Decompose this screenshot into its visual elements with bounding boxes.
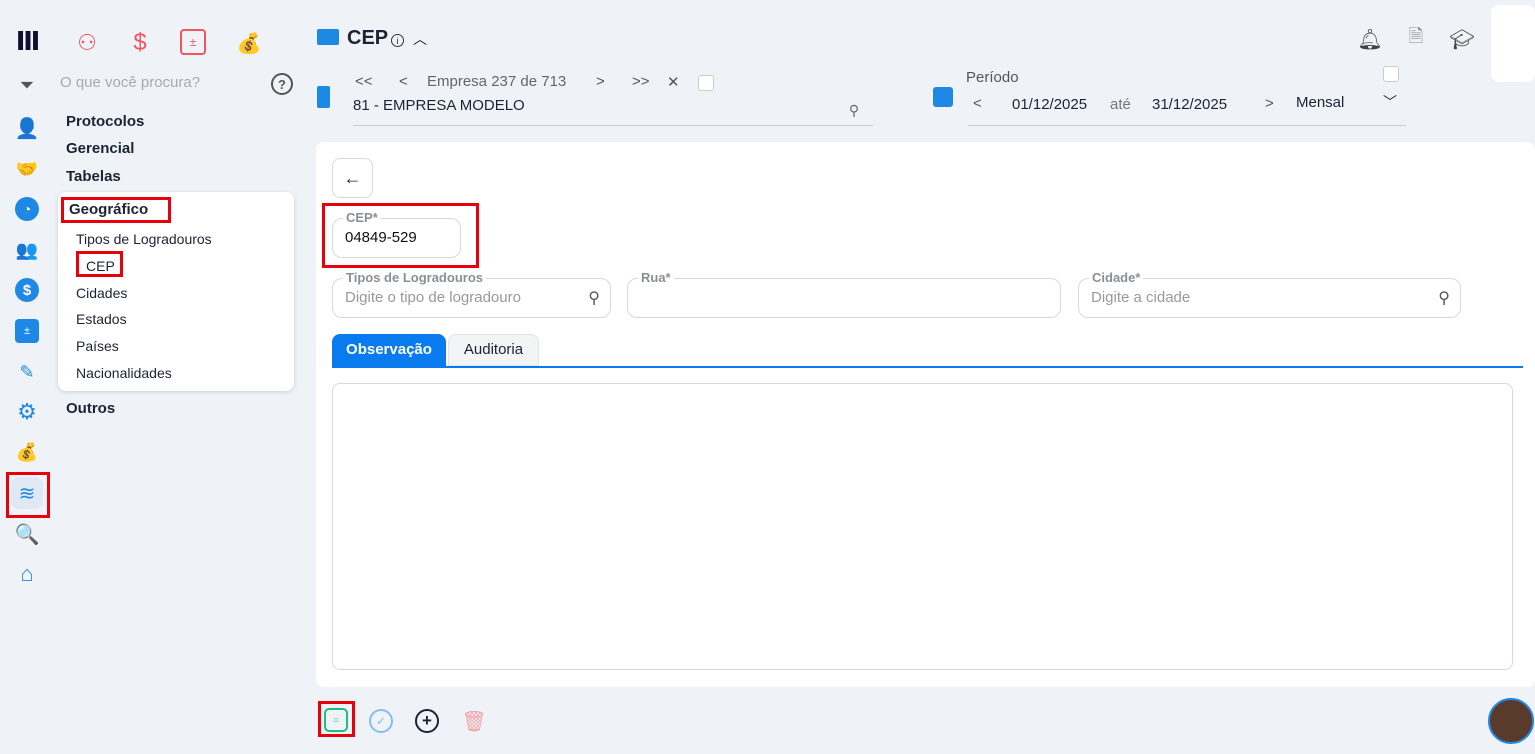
- save-highlight: [318, 701, 355, 737]
- clear-company-button[interactable]: ✕: [667, 73, 680, 91]
- search-icon[interactable]: ⚲: [845, 101, 863, 119]
- period-label: Período: [966, 69, 1019, 86]
- period-until: até: [1110, 96, 1131, 113]
- company-field[interactable]: 81 - EMPRESA MODELO: [353, 97, 873, 126]
- company-counter: Empresa 237 de 713: [427, 73, 567, 90]
- menu-item-tipos-logradouros[interactable]: Tipos de Logradouros: [76, 231, 212, 247]
- cidade-field[interactable]: Cidade* Digite a cidade ⚲: [1078, 270, 1461, 318]
- assistant-avatar[interactable]: [1488, 698, 1534, 744]
- chevron-down-icon[interactable]: ﹀: [1380, 92, 1400, 112]
- period-prev-button[interactable]: <: [973, 95, 982, 112]
- money-bag-icon[interactable]: 💰: [234, 28, 264, 58]
- calculator-icon[interactable]: ±: [180, 29, 206, 55]
- menu-protocolos[interactable]: Protocolos: [66, 113, 144, 130]
- menu-item-paises[interactable]: Países: [76, 338, 119, 354]
- search-icon[interactable]: ⚲: [1438, 288, 1450, 308]
- period-next-button[interactable]: >: [1265, 95, 1274, 112]
- help-icon[interactable]: ?: [271, 73, 293, 95]
- graduation-cap-icon[interactable]: 🎓︎: [1448, 27, 1476, 51]
- filter-icon[interactable]: ⏷: [14, 72, 40, 98]
- menu-item-nacionalidades[interactable]: Nacionalidades: [76, 365, 172, 381]
- money-bag-blue-icon[interactable]: 💰: [14, 439, 40, 465]
- back-button[interactable]: ←: [332, 158, 373, 198]
- tab-auditoria[interactable]: Auditoria: [448, 334, 539, 366]
- add-icon[interactable]: +: [415, 709, 439, 733]
- trash-icon[interactable]: 🗑︎: [461, 708, 486, 734]
- top-right-panel: [1491, 5, 1535, 82]
- search-blue-icon[interactable]: 🔍: [14, 521, 40, 547]
- bell-icon[interactable]: 🔔︎: [1357, 27, 1382, 51]
- menu-gerencial[interactable]: Gerencial: [66, 140, 134, 157]
- info-icon[interactable]: i: [391, 34, 404, 47]
- home-icon[interactable]: ⌂: [14, 561, 40, 587]
- clock-icon[interactable]: ◔: [15, 197, 39, 221]
- menu-outros[interactable]: Outros: [66, 400, 115, 417]
- tipos-placeholder: Digite o tipo de logradouro: [345, 289, 521, 306]
- cep-menu-highlight: [76, 251, 123, 277]
- tab-observacao[interactable]: Observação: [332, 334, 446, 366]
- menu-tabelas[interactable]: Tabelas: [66, 168, 121, 185]
- tipos-logradouros-field[interactable]: Tipos de Logradouros Digite o tipo de log…: [332, 270, 611, 318]
- first-company-button[interactable]: <<: [355, 73, 373, 90]
- chevron-up-icon[interactable]: ︿: [411, 30, 429, 48]
- last-company-button[interactable]: >>: [632, 73, 650, 90]
- period-start[interactable]: 01/12/2025: [1012, 96, 1087, 113]
- cidade-label: Cidade*: [1089, 270, 1144, 285]
- user-settings-icon[interactable]: 👤: [14, 115, 40, 141]
- logo-icon: Ⅲ: [15, 25, 41, 56]
- document-search-icon[interactable]: 🗎: [1404, 26, 1428, 51]
- period-end[interactable]: 31/12/2025: [1152, 96, 1227, 113]
- dollar-circle-icon[interactable]: $: [15, 278, 39, 302]
- calculator-blue-icon[interactable]: ±: [15, 319, 39, 343]
- confirm-icon[interactable]: ✓: [369, 709, 393, 733]
- rua-field[interactable]: Rua*: [627, 270, 1061, 318]
- search-input[interactable]: O que você procura?: [60, 74, 200, 91]
- company-value: 81 - EMPRESA MODELO: [353, 97, 525, 114]
- company-checkbox[interactable]: [698, 75, 714, 91]
- prev-company-button[interactable]: <: [399, 73, 408, 90]
- period-mode-select[interactable]: Mensal: [1296, 94, 1344, 111]
- page-title: CEP: [347, 27, 389, 49]
- menu-item-cidades[interactable]: Cidades: [76, 285, 127, 301]
- layers-highlight: [6, 472, 50, 518]
- search-icon[interactable]: ⚲: [588, 288, 600, 308]
- next-company-button[interactable]: >: [596, 73, 605, 90]
- cidade-placeholder: Digite a cidade: [1091, 289, 1191, 306]
- observacao-textarea[interactable]: [332, 383, 1513, 670]
- tipos-label: Tipos de Logradouros: [343, 270, 486, 285]
- dollar-icon[interactable]: $: [125, 28, 155, 58]
- cep-field-highlight: [322, 203, 479, 268]
- tab-underline: [332, 366, 1523, 368]
- calendar-icon: [933, 87, 953, 107]
- rua-label: Rua*: [638, 270, 674, 285]
- building-icon: [317, 86, 330, 108]
- monitor-icon: [317, 29, 339, 45]
- gear-icon[interactable]: ⚙: [14, 399, 40, 425]
- period-checkbox[interactable]: [1383, 66, 1399, 82]
- geografico-highlight: [61, 197, 171, 223]
- handshake-icon[interactable]: 🤝: [14, 156, 40, 182]
- pen-icon[interactable]: ✎: [14, 359, 40, 385]
- users-icon[interactable]: ⚇: [72, 28, 102, 58]
- menu-item-estados[interactable]: Estados: [76, 311, 127, 327]
- people-icon[interactable]: 👥: [14, 237, 40, 263]
